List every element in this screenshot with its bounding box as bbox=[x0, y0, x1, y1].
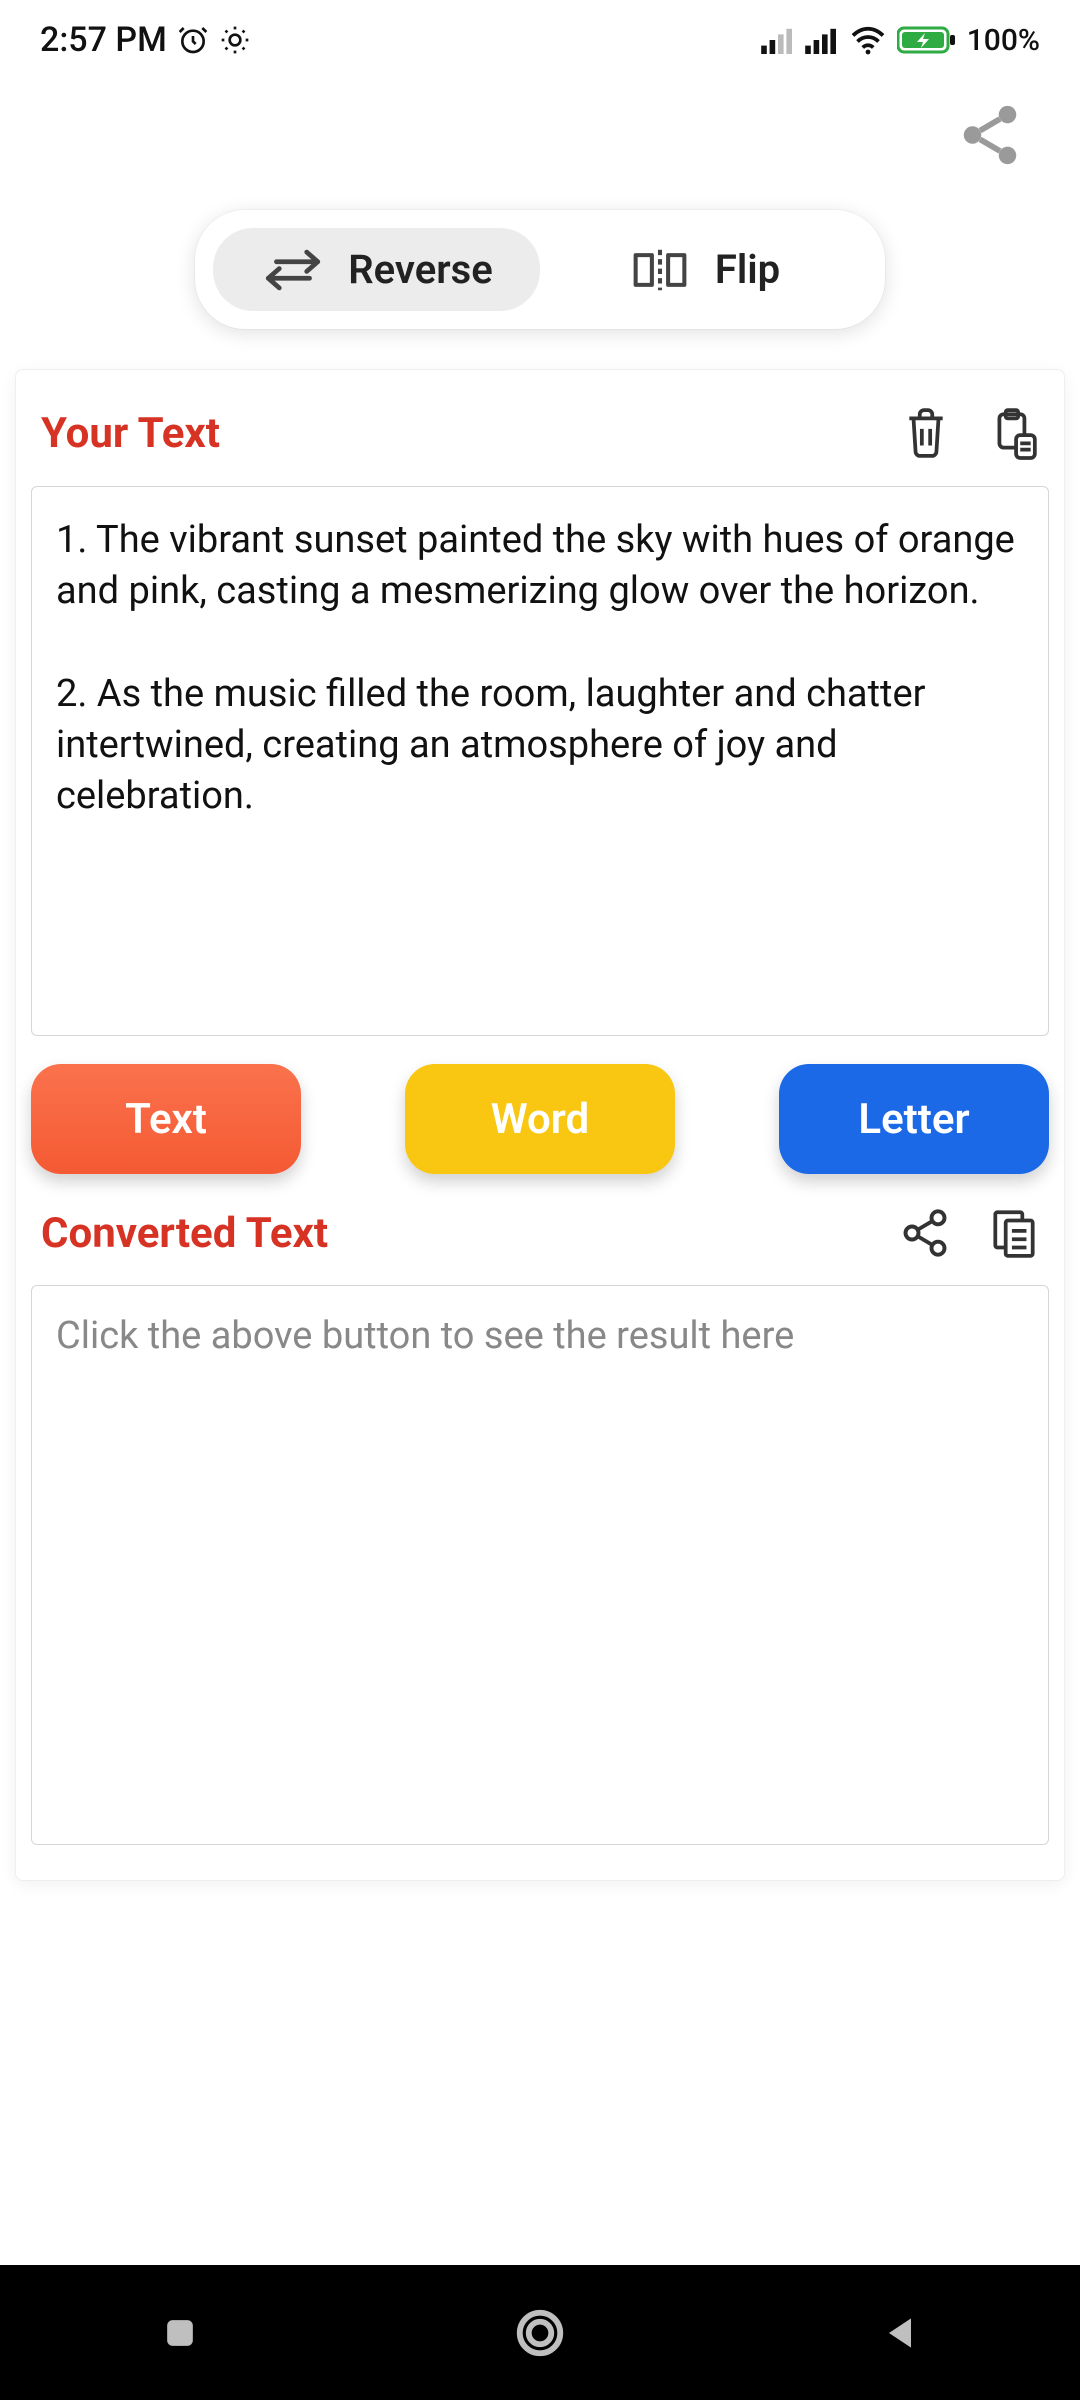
word-button[interactable]: Word bbox=[405, 1064, 675, 1174]
share-result-icon[interactable] bbox=[899, 1207, 951, 1259]
input-header: Your Text bbox=[31, 405, 1049, 486]
tab-reverse-label: Reverse bbox=[348, 246, 492, 293]
signal-1-icon bbox=[761, 26, 795, 54]
tab-reverse[interactable]: Reverse bbox=[213, 228, 540, 311]
output-actions bbox=[899, 1206, 1039, 1260]
reverse-arrows-icon bbox=[260, 247, 326, 293]
input-textarea[interactable]: 1. The vibrant sunset painted the sky wi… bbox=[31, 486, 1049, 1036]
battery-percent: 100% bbox=[967, 23, 1040, 58]
share-icon[interactable] bbox=[955, 100, 1025, 170]
status-time: 2:57 PM bbox=[40, 20, 167, 60]
nav-home[interactable] bbox=[450, 2306, 630, 2360]
status-right: 100% bbox=[761, 23, 1040, 58]
output-header: Converted Text bbox=[31, 1206, 1049, 1285]
copy-icon[interactable] bbox=[989, 1206, 1039, 1260]
nav-back[interactable] bbox=[810, 2311, 990, 2355]
output-textarea[interactable]: Click the above button to see the result… bbox=[31, 1285, 1049, 1845]
battery-charging-icon bbox=[897, 24, 957, 56]
output-title: Converted Text bbox=[41, 1209, 328, 1258]
status-left: 2:57 PM bbox=[40, 20, 251, 60]
settings-sun-icon bbox=[219, 24, 251, 56]
word-button-label: Word bbox=[491, 1095, 589, 1144]
signal-2-icon bbox=[805, 26, 839, 54]
trash-icon[interactable] bbox=[901, 405, 951, 461]
text-button[interactable]: Text bbox=[31, 1064, 301, 1174]
input-actions bbox=[901, 405, 1039, 461]
text-button-label: Text bbox=[125, 1095, 207, 1144]
system-nav-bar bbox=[0, 2265, 1080, 2400]
alarm-icon bbox=[177, 24, 209, 56]
convert-buttons: Text Word Letter bbox=[31, 1064, 1049, 1174]
letter-button-label: Letter bbox=[858, 1095, 969, 1144]
nav-recent[interactable] bbox=[90, 2311, 270, 2355]
status-bar: 2:57 PM 100% bbox=[0, 0, 1080, 80]
tab-flip-label: Flip bbox=[715, 246, 780, 293]
top-actions bbox=[0, 80, 1080, 190]
paste-icon[interactable] bbox=[989, 405, 1039, 461]
flip-mirror-icon bbox=[627, 247, 693, 293]
input-title: Your Text bbox=[41, 409, 220, 458]
tab-flip[interactable]: Flip bbox=[540, 228, 867, 311]
wifi-icon bbox=[849, 25, 887, 55]
main-card: Your Text 1. The vibrant sunset painted … bbox=[15, 369, 1065, 1881]
letter-button[interactable]: Letter bbox=[779, 1064, 1049, 1174]
mode-tabs: Reverse Flip bbox=[195, 210, 885, 329]
